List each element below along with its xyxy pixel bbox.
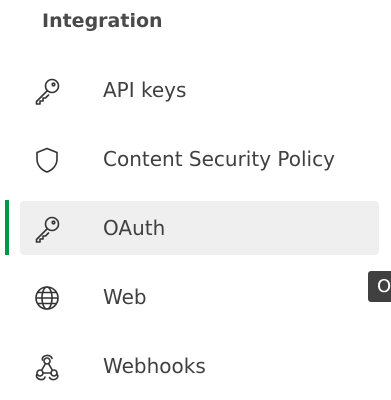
- nav-item-label: Content Security Policy: [103, 147, 335, 171]
- webhook-icon: [32, 352, 62, 382]
- nav-item-web[interactable]: Web: [20, 270, 379, 324]
- globe-icon: [32, 283, 62, 313]
- shield-icon: [32, 145, 62, 175]
- nav-item-label: API keys: [103, 78, 187, 102]
- key-icon: [32, 214, 62, 244]
- nav-item-oauth[interactable]: OAuth: [20, 201, 379, 255]
- active-indicator: [5, 200, 9, 255]
- nav-item-webhooks[interactable]: Webhooks: [20, 339, 379, 393]
- nav-item-label: Web: [103, 285, 147, 309]
- nav-item-label: OAuth: [103, 216, 166, 240]
- integration-nav: API keys Content Security Policy OAuth W…: [0, 0, 391, 400]
- nav-item-content-security-policy[interactable]: Content Security Policy: [20, 132, 379, 186]
- key-icon: [32, 76, 62, 106]
- nav-item-label: Webhooks: [103, 354, 206, 378]
- tooltip: O: [368, 271, 391, 302]
- nav-item-api-keys[interactable]: API keys: [20, 63, 379, 117]
